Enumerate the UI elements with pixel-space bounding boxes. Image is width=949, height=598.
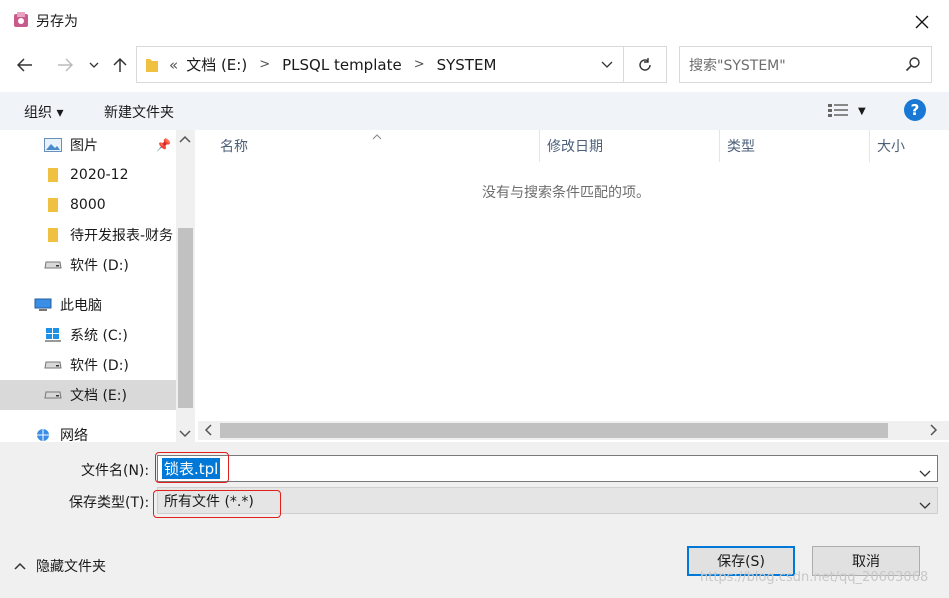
computer-icon <box>34 297 52 313</box>
sidebar-item-label: 2020-12 <box>70 167 129 183</box>
chevron-down-icon <box>89 62 99 68</box>
sidebar-item-label: 系统 (C:) <box>70 328 128 344</box>
sidebar-item-this-pc[interactable]: 此电脑 <box>0 290 176 320</box>
column-header-modified[interactable]: 修改日期 <box>539 130 719 162</box>
chevron-down-icon <box>601 61 613 68</box>
folder-icon <box>145 57 159 73</box>
chevron-up-icon <box>14 562 26 570</box>
close-button[interactable] <box>906 8 938 36</box>
details-view-icon <box>828 104 848 117</box>
chevron-down-icon[interactable] <box>919 465 931 481</box>
recent-locations-button[interactable] <box>84 54 104 76</box>
sidebar-item-label: 此电脑 <box>60 298 102 314</box>
caret-down-icon: ▼ <box>858 105 866 117</box>
filename-field[interactable]: 锁表.tpl <box>157 455 938 482</box>
sidebar-item-drive-d[interactable]: 软件 (D:) <box>0 250 176 280</box>
sidebar-item-8000[interactable]: 8000 <box>0 190 176 220</box>
drive-icon <box>44 357 62 373</box>
sidebar-item-label: 软件 (D:) <box>70 258 129 274</box>
sidebar-item-pictures[interactable]: 图片 📌 <box>0 130 176 160</box>
search-input[interactable]: 搜索"SYSTEM" <box>689 55 786 75</box>
refresh-icon <box>639 57 651 71</box>
sidebar-item-label: 8000 <box>70 197 106 213</box>
column-header-name[interactable]: 名称 <box>212 130 538 162</box>
arrow-right-icon <box>58 58 73 72</box>
folder-icon <box>44 227 62 243</box>
file-list-scrollbar-thumb[interactable] <box>220 423 888 438</box>
up-button[interactable] <box>108 50 132 80</box>
annotation-highlight-box <box>155 452 229 483</box>
windows-drive-icon <box>44 327 62 343</box>
sidebar-item-drive-c[interactable]: 系统 (C:) <box>0 320 176 350</box>
annotation-highlight-box <box>153 490 281 518</box>
breadcrumb-drive-e[interactable]: 文档 (E:) <box>186 54 247 75</box>
address-bar[interactable]: « 文档 (E:) > PLSQL template > SYSTEM <box>136 46 624 83</box>
sidebar-item-label: 待开发报表-财务 <box>70 228 174 244</box>
search-icon[interactable] <box>905 56 921 76</box>
breadcrumb-overflow[interactable]: « <box>169 56 178 74</box>
scroll-right-icon[interactable] <box>930 424 938 440</box>
scroll-left-icon[interactable] <box>204 424 212 440</box>
filetype-label: 保存类型(T): <box>69 495 150 511</box>
hide-folders-label: 隐藏文件夹 <box>36 559 106 575</box>
folder-icon <box>44 167 62 183</box>
drive-icon <box>44 257 62 273</box>
empty-list-message: 没有与搜索条件匹配的项。 <box>482 185 650 201</box>
arrow-left-icon <box>17 58 32 72</box>
folder-icon <box>44 197 62 213</box>
view-options-button[interactable]: ▼ <box>828 100 870 122</box>
chevron-down-icon <box>919 497 931 513</box>
pictures-icon <box>44 137 62 153</box>
network-icon <box>34 427 52 443</box>
chevron-right-icon[interactable]: > <box>259 57 270 72</box>
save-dialog-icon <box>12 11 30 29</box>
drive-icon <box>44 387 62 403</box>
column-header-type[interactable]: 类型 <box>719 130 869 162</box>
help-icon[interactable]: ? <box>904 99 926 121</box>
sidebar-item-label: 图片 <box>70 138 98 154</box>
sidebar-item-drive-d-2[interactable]: 软件 (D:) <box>0 350 176 380</box>
sidebar-item-drive-e[interactable]: 文档 (E:) <box>0 380 176 410</box>
sidebar-item-label: 软件 (D:) <box>70 358 129 374</box>
title-bar <box>0 0 949 42</box>
breadcrumb-plsql-template[interactable]: PLSQL template <box>282 56 402 74</box>
window-title: 另存为 <box>36 14 78 30</box>
address-dropdown-button[interactable] <box>590 46 624 83</box>
sidebar-item-2020-12[interactable]: 2020-12 <box>0 160 176 190</box>
arrow-up-icon <box>113 57 127 72</box>
scroll-up-icon[interactable] <box>179 135 191 146</box>
chevron-right-icon[interactable]: > <box>414 57 425 72</box>
back-button[interactable] <box>10 50 40 80</box>
forward-button[interactable] <box>50 50 80 80</box>
scroll-down-icon[interactable] <box>179 426 191 442</box>
pin-icon[interactable]: 📌 <box>156 138 171 152</box>
hide-folders-toggle[interactable]: 隐藏文件夹 <box>14 556 106 576</box>
breadcrumb-system[interactable]: SYSTEM <box>437 56 497 74</box>
new-folder-button[interactable]: 新建文件夹 <box>104 102 174 122</box>
search-box[interactable]: 搜索"SYSTEM" <box>679 46 932 83</box>
sidebar-item-label: 文档 (E:) <box>70 388 127 404</box>
column-header-size[interactable]: 大小 <box>869 130 949 162</box>
organize-menu[interactable]: 组织 ▾ <box>24 102 63 122</box>
filename-label: 文件名(N): <box>81 463 150 479</box>
close-icon <box>915 15 929 29</box>
refresh-button[interactable] <box>624 46 667 83</box>
sidebar-item-pending-reports[interactable]: 待开发报表-财务 <box>0 220 176 250</box>
navigation-scrollbar-thumb[interactable] <box>178 228 193 408</box>
watermark-text: https://blog.csdn.net/qq_20603068 <box>700 570 929 585</box>
